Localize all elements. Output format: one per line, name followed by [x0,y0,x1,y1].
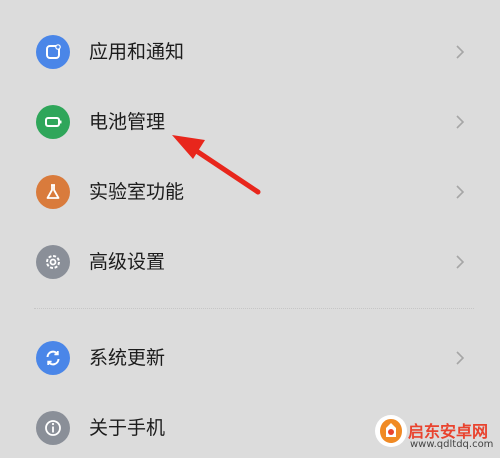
menu-item-label: 实验室功能 [89,181,185,203]
gear-icon [36,245,70,279]
menu-item-label: 应用和通知 [89,41,185,63]
update-icon [36,341,70,375]
apps-notifications-icon [36,35,70,69]
menu-item-label: 高级设置 [89,251,166,273]
battery-icon [36,105,70,139]
info-icon [36,411,70,445]
section-divider [34,308,474,309]
menu-item-label: 关于手机 [89,417,166,439]
settings-list: 应用和通知 电池管理 实验室功能 高级设置 系统更新 关于手机 [0,0,500,458]
menu-item-lab-features[interactable]: 实验室功能 [0,164,500,220]
chevron-right-icon [455,185,465,199]
watermark: 启东安卓网 www.qdltdq.com [366,406,500,458]
menu-item-system-update[interactable]: 系统更新 [0,330,500,386]
chevron-right-icon [455,255,465,269]
menu-item-label: 电池管理 [89,111,166,133]
menu-item-apps-notifications[interactable]: 应用和通知 [0,24,500,80]
menu-item-advanced-settings[interactable]: 高级设置 [0,234,500,290]
chevron-right-icon [455,351,465,365]
menu-item-label: 系统更新 [89,347,166,369]
chevron-right-icon [455,45,465,59]
menu-item-battery[interactable]: 电池管理 [0,94,500,150]
watermark-url: www.qdltdq.com [410,439,494,450]
chevron-right-icon [455,115,465,129]
watermark-logo-icon [375,415,407,447]
flask-icon [36,175,70,209]
